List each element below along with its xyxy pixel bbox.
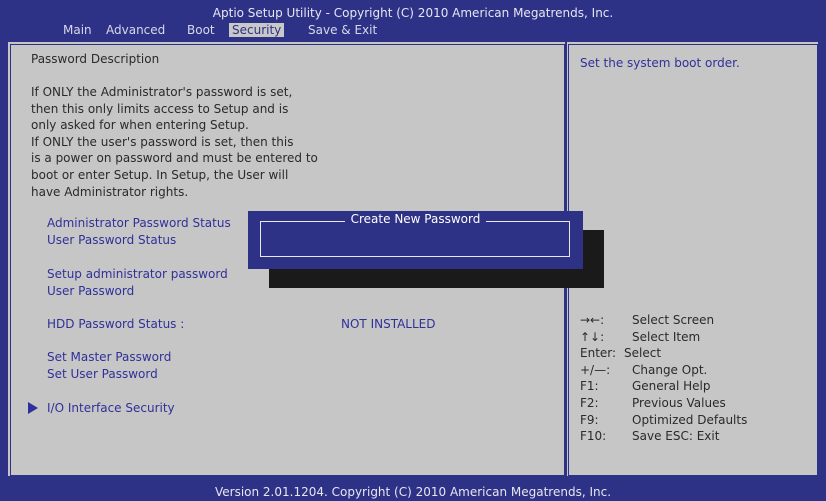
key-label: ↑↓: [580, 329, 605, 344]
item-help-text: Set the system boot order. [580, 56, 740, 70]
key-label: F1: [580, 379, 599, 394]
menu-save-exit[interactable]: Save & Exit [308, 23, 377, 37]
key-label: F10: [580, 429, 607, 444]
key-description: General Help [632, 379, 711, 394]
key-label: F9: [580, 412, 599, 427]
key-description: Previous Values [632, 395, 726, 410]
key-description: Select [624, 346, 662, 361]
menu-main[interactable]: Main [63, 23, 92, 37]
header-title: Aptio Setup Utility - Copyright (C) 2010… [212, 6, 614, 20]
menu-advanced[interactable]: Advanced [106, 23, 165, 37]
submenu-arrow-icon [28, 402, 38, 414]
hdd-password-status-label: HDD Password Status : [47, 317, 185, 331]
password-input-field[interactable] [260, 221, 570, 257]
key-description: Save ESC: Exit [632, 429, 720, 444]
description-line: only asked for when entering Setup. [31, 118, 249, 133]
description-line: is a power on password and must be enter… [31, 151, 318, 166]
user-password-status-label: User Password Status [47, 233, 177, 247]
io-interface-security-item[interactable]: I/O Interface Security [47, 400, 175, 417]
key-label: +/—: [580, 362, 611, 377]
description-line: boot or enter Setup. In Setup, the User … [31, 167, 289, 182]
key-label: F2: [580, 395, 599, 410]
password-description-heading: Password Description [31, 52, 160, 66]
footer-version: Version 2.01.1204. Copyright (C) 2010 Am… [214, 485, 612, 499]
key-description: Change Opt. [632, 362, 708, 377]
description-line: If ONLY the user's password is set, then… [31, 134, 294, 149]
set-user-password-item[interactable]: Set User Password [47, 366, 158, 383]
password-description-text: If ONLY the Administrator's password is … [31, 84, 318, 200]
menu-boot[interactable]: Boot [187, 23, 215, 37]
admin-password-status-label: Administrator Password Status [47, 216, 231, 230]
key-description: Select Screen [632, 313, 715, 327]
key-description: Optimized Defaults [632, 412, 748, 427]
key-description: Select Item [632, 329, 701, 344]
menu-security[interactable]: Security [229, 23, 285, 37]
right-panel-frame [568, 44, 818, 476]
dialog-title-text: Create New Password [344, 212, 487, 226]
description-line: have Administrator rights. [31, 184, 189, 199]
create-password-dialog: Create New Password [248, 211, 583, 269]
setup-admin-password-item[interactable]: Setup administrator password [47, 266, 228, 283]
description-line: If ONLY the Administrator's password is … [31, 85, 293, 99]
bios-screen: Aptio Setup Utility - Copyright (C) 2010… [0, 0, 826, 501]
key-label: →←: [580, 313, 605, 327]
user-password-item[interactable]: User Password [47, 283, 134, 300]
set-master-password-item[interactable]: Set Master Password [47, 349, 171, 366]
key-label: Enter: [580, 346, 617, 361]
description-line: then this only limits access to Setup an… [31, 101, 289, 116]
hdd-password-status-value: NOT INSTALLED [341, 317, 436, 331]
dialog-title: Create New Password [248, 212, 583, 226]
